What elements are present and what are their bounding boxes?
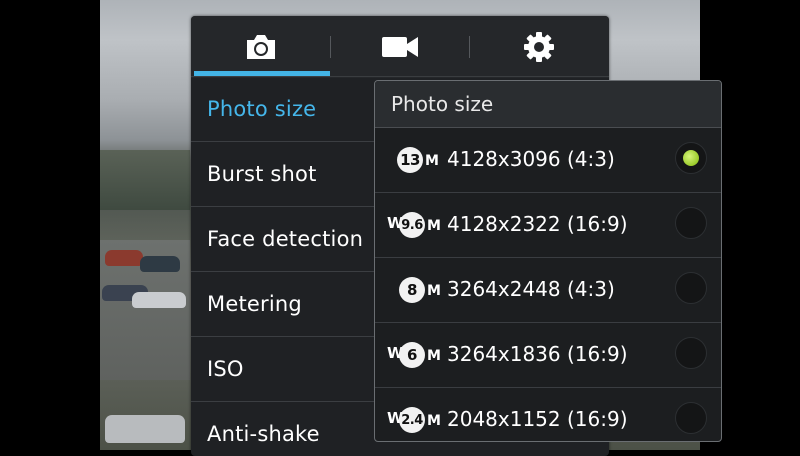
tab-camera[interactable] xyxy=(191,16,330,78)
tab-separator xyxy=(330,36,331,58)
megapixel-icon: 13 M xyxy=(387,147,443,173)
photo-size-label: 4128x3096 (4:3) xyxy=(447,147,615,171)
car xyxy=(132,292,186,308)
photo-size-label: 4128x2322 (16:9) xyxy=(447,212,628,236)
photo-size-label: 3264x2448 (4:3) xyxy=(447,277,615,301)
menu-item-label: Face detection xyxy=(207,227,364,251)
settings-tab-bar xyxy=(191,16,609,78)
menu-item-label: Metering xyxy=(207,292,302,316)
camera-icon xyxy=(246,35,275,59)
megapixel-unit: M xyxy=(427,413,441,429)
menu-item-label: ISO xyxy=(207,357,244,381)
radio-button[interactable] xyxy=(675,402,707,434)
megapixel-value: 13 xyxy=(397,147,423,173)
tab-separator xyxy=(469,36,470,58)
car xyxy=(105,415,185,443)
megapixel-icon: W 6 M xyxy=(387,342,443,368)
megapixel-value: 8 xyxy=(399,277,425,303)
viewfinder-hills xyxy=(100,150,190,210)
car xyxy=(140,256,180,272)
menu-item-label: Burst shot xyxy=(207,162,317,186)
megapixel-value: 2.4 xyxy=(399,407,425,433)
radio-button[interactable] xyxy=(675,337,707,369)
photo-size-option[interactable]: W 6 M 3264x1836 (16:9) xyxy=(375,323,721,388)
tab-video[interactable] xyxy=(330,16,469,78)
photo-size-option[interactable]: 13 M 4128x3096 (4:3) xyxy=(375,128,721,193)
megapixel-unit: M xyxy=(425,153,439,169)
photo-size-popup: Photo size 13 M 4128x3096 (4:3) W 9.6 M … xyxy=(374,80,722,442)
tab-settings[interactable] xyxy=(469,16,608,78)
megapixel-unit: M xyxy=(427,283,441,299)
megapixel-icon: W 2.4 M xyxy=(387,407,443,433)
megapixel-unit: M xyxy=(427,348,441,364)
megapixel-icon: W 9.6 M xyxy=(387,212,443,238)
popup-title: Photo size xyxy=(391,92,494,116)
photo-size-option[interactable]: W 2.4 M 2048x1152 (16:9) xyxy=(375,388,721,441)
photo-size-option[interactable]: 8 M 3264x2448 (4:3) xyxy=(375,258,721,323)
radio-button[interactable] xyxy=(675,207,707,239)
photo-size-label: 3264x1836 (16:9) xyxy=(447,342,628,366)
megapixel-value: 9.6 xyxy=(399,212,425,238)
photo-size-label: 2048x1152 (16:9) xyxy=(447,407,628,431)
megapixel-icon: 8 M xyxy=(387,277,443,303)
menu-item-label: Photo size xyxy=(207,97,317,121)
popup-header: Photo size xyxy=(375,81,721,128)
photo-size-option[interactable]: W 9.6 M 4128x2322 (16:9) xyxy=(375,193,721,258)
car xyxy=(105,250,143,266)
gear-icon xyxy=(523,32,554,62)
menu-item-label: Anti-shake xyxy=(207,422,320,446)
radio-button[interactable] xyxy=(675,272,707,304)
radio-button-selected[interactable] xyxy=(675,142,707,174)
megapixel-unit: M xyxy=(427,218,441,234)
video-camera-icon xyxy=(381,37,418,57)
megapixel-value: 6 xyxy=(399,342,425,368)
